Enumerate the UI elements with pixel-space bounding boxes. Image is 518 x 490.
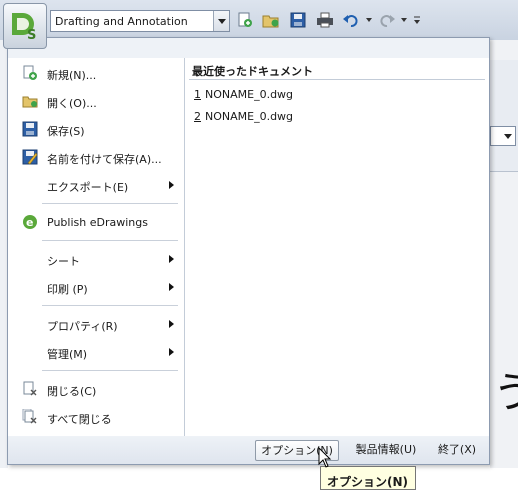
submenu-arrow-icon [169,320,174,328]
menu-item-label: 管理(M) [47,348,88,361]
new-icon[interactable] [236,11,254,29]
workspace-dropdown-value: Drafting and Annotation [55,15,188,28]
app-combo-fragment[interactable] [490,126,516,146]
application-menu: 新規(N)... 開く(O)... 保存(S) 名前を付けて保存(A)... エ… [7,37,490,465]
save-icon[interactable] [289,11,307,29]
save-as-icon [22,149,38,165]
menu-item-save-as[interactable]: 名前を付けて保存(A)... [8,145,184,169]
customize-icon[interactable] [412,11,422,29]
menu-item-label: 閉じる(C) [47,385,97,398]
svg-text:e: e [26,216,33,229]
menu-item-open[interactable]: 開く(O)... [8,89,184,113]
menu-item-print[interactable]: 印刷 (P) [8,275,184,299]
menu-item-export[interactable]: エクスポート(E) [8,173,184,197]
menu-separator [42,203,178,204]
menu-item-manage[interactable]: 管理(M) [8,340,184,364]
menu-item-label: 保存(S) [47,125,85,138]
undo-dropdown-icon[interactable] [366,18,372,22]
submenu-arrow-icon [169,255,174,263]
menu-item-new[interactable]: 新規(N)... [8,61,184,85]
recent-documents-heading: 最近使ったドキュメント [192,65,313,78]
menu-item-properties[interactable]: プロパティ(R) [8,312,184,336]
recent-file-number: 1 [194,88,201,101]
app-status-area [0,468,518,490]
svg-text:S: S [27,28,36,43]
redo-dropdown-icon[interactable] [401,18,407,22]
menu-command-list: 新規(N)... 開く(O)... 保存(S) 名前を付けて保存(A)... エ… [8,58,184,436]
menu-item-sheet[interactable]: シート [8,247,184,271]
app-ribbon-fragment [490,60,518,172]
menu-item-label: 新規(N)... [47,69,97,82]
close-document-icon [22,381,38,397]
open-folder-icon [22,93,38,109]
options-tooltip: オプション(N) [320,466,416,490]
quick-access-toolbar: Drafting and Annotation [0,0,518,40]
menu-item-label: 名前を付けて保存(A)... [47,153,162,166]
mouse-cursor-icon [318,446,332,472]
menu-item-label: Publish eDrawings [47,216,148,229]
redo-icon[interactable] [378,11,396,29]
menu-item-label: すべて閉じる [47,413,112,426]
menu-item-close[interactable]: 閉じる(C) [8,377,184,401]
menu-item-label: 印刷 (P) [47,283,88,296]
workspace-dropdown[interactable]: Drafting and Annotation [50,10,230,32]
menu-footer: オプション(N) 製品情報(U) 終了(X) [8,436,489,464]
application-menu-button[interactable]: S [3,3,47,49]
recent-divider [189,79,485,80]
menu-item-label: エクスポート(E) [47,181,129,194]
menu-item-save[interactable]: 保存(S) [8,117,184,141]
submenu-arrow-icon [169,181,174,189]
exit-button[interactable]: 終了(X) [434,440,480,461]
recent-file-number: 2 [194,110,201,123]
ds-logo-icon: S [12,13,36,43]
edrawings-icon: e [22,214,38,230]
menu-item-close-all[interactable]: すべて閉じる [8,405,184,429]
menu-item-label: プロパティ(R) [47,320,118,333]
menu-item-label: 開く(O)... [47,97,97,110]
print-icon[interactable] [316,11,334,29]
chevron-down-icon[interactable] [213,11,229,31]
about-button[interactable]: 製品情報(U) [353,440,419,461]
submenu-arrow-icon [169,283,174,291]
menu-item-publish-edrawings[interactable]: e Publish eDrawings [8,210,184,234]
menu-item-label: シート [47,255,80,268]
drawing-text-fragment: う [493,368,518,417]
recent-file-item[interactable]: 2 NONAME_0.dwg [194,110,293,123]
open-icon[interactable] [262,11,280,29]
undo-icon[interactable] [342,11,360,29]
menu-separator [42,240,178,241]
close-all-icon [22,408,38,425]
save-disk-icon [22,121,38,137]
submenu-arrow-icon [169,348,174,356]
new-document-icon [22,65,38,81]
recent-file-name: NONAME_0.dwg [205,88,294,101]
recent-file-item[interactable]: 1 NONAME_0.dwg [194,88,293,101]
menu-separator [42,305,178,306]
recent-documents-panel: 最近使ったドキュメント 1 NONAME_0.dwg 2 NONAME_0.dwg [184,58,489,436]
menu-separator [42,370,178,371]
recent-file-name: NONAME_0.dwg [205,110,294,123]
